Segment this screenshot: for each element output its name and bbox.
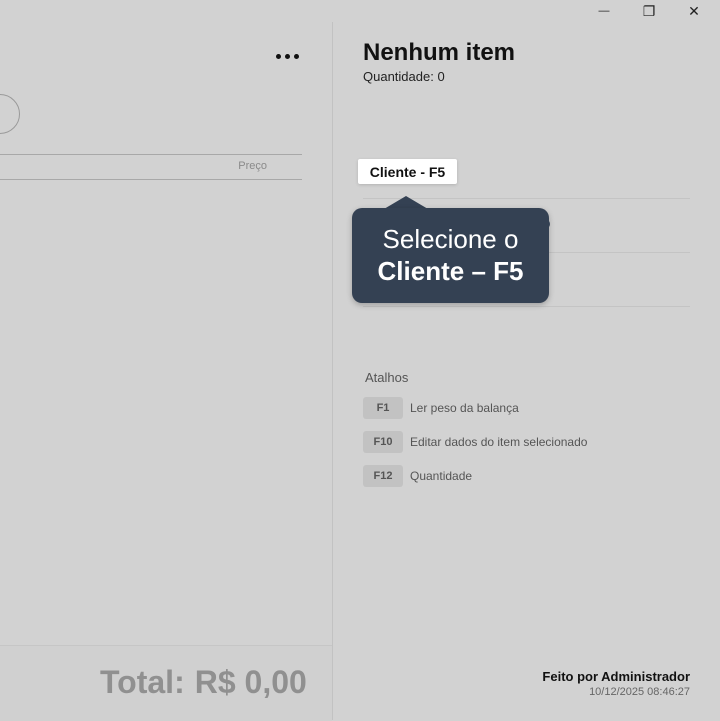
- shortcut-label: Ler peso da balança: [410, 401, 519, 415]
- total-label: Total:: [100, 664, 185, 700]
- more-dot-icon: [284, 53, 290, 59]
- made-by-label: Feito por Administrador: [542, 669, 690, 684]
- more-options-button[interactable]: [270, 45, 304, 67]
- tooltip-line-1: Selecione o: [382, 224, 519, 254]
- tooltip-line-2: Cliente – F5: [377, 256, 524, 286]
- more-dot-icon: [293, 53, 299, 59]
- total-display: Total: R$ 0,00: [100, 664, 307, 701]
- shortcut-label: Quantidade: [410, 469, 473, 483]
- client-button[interactable]: Cliente - F5: [358, 159, 457, 184]
- shortcut-f10: F10 Editar dados do item selecionado: [363, 431, 587, 453]
- items-table-header: Preço: [0, 154, 302, 180]
- panel-divider: [332, 22, 333, 720]
- shortcut-key: F12: [363, 465, 403, 487]
- total-value: R$ 0,00: [194, 664, 307, 700]
- items-panel: [0, 22, 332, 720]
- column-header-price: Preço: [238, 160, 267, 172]
- client-tooltip: Selecione o Cliente – F5: [352, 208, 549, 303]
- restore-icon: ❐: [642, 2, 656, 19]
- restore-button[interactable]: ❐: [627, 0, 671, 22]
- divider: [363, 306, 690, 307]
- minimize-button[interactable]: —: [582, 0, 626, 22]
- shortcut-key: F1: [363, 397, 403, 419]
- close-button[interactable]: ✕: [672, 0, 716, 22]
- more-dot-icon: [275, 53, 281, 59]
- shortcut-key: F10: [363, 431, 403, 453]
- shortcut-f12: F12 Quantidade: [363, 465, 472, 487]
- timestamp: 10/12/2025 08:46:27: [589, 686, 690, 698]
- shortcut-label: Editar dados do item selecionado: [410, 435, 588, 449]
- shortcut-f1: F1 Ler peso da balança: [363, 397, 519, 419]
- close-icon: ✕: [688, 2, 700, 19]
- cart-title: Nenhum item: [363, 39, 516, 66]
- cart-quantity: Quantidade: 0: [363, 69, 445, 84]
- shortcuts-title: Atalhos: [365, 370, 409, 385]
- minimize-icon: —: [598, 5, 610, 17]
